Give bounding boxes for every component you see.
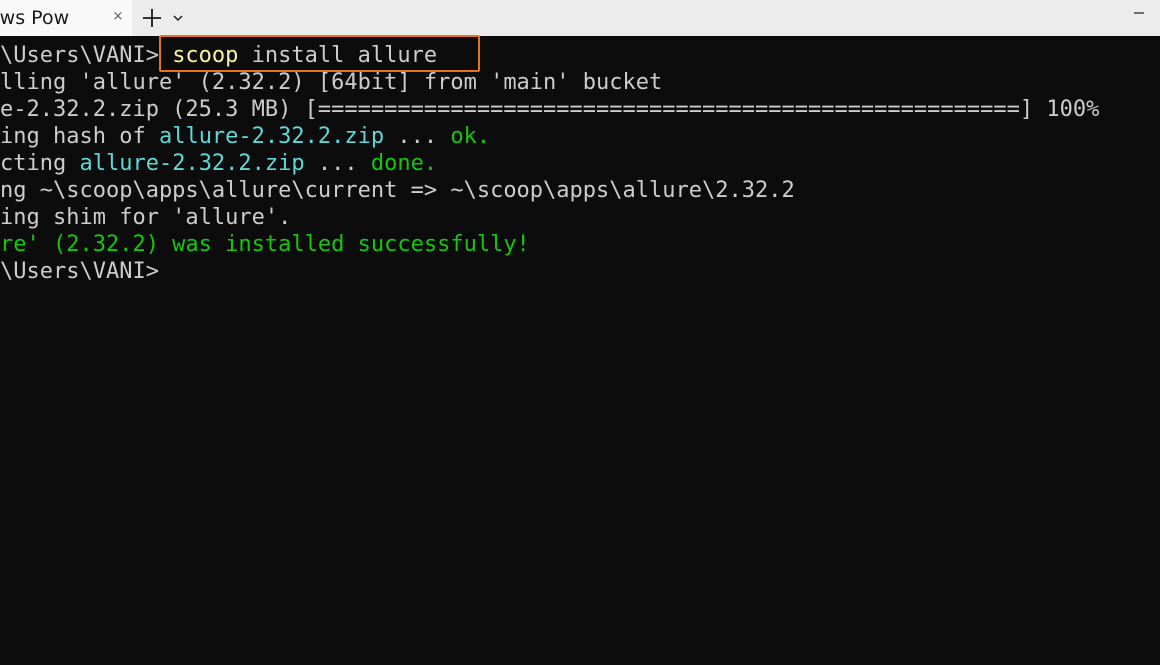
terminal-line: lling 'allure' (2.32.2) [64bit] from 'ma… <box>0 69 1099 96</box>
terminal-line: ng ~\scoop\apps\allure\current => ~\scoo… <box>0 177 1099 204</box>
terminal-line: ing shim for 'allure'. <box>0 204 1099 231</box>
terminal-text-segment: ng ~\scoop\apps\allure\current => ~\scoo… <box>0 178 795 203</box>
terminal-lines: \Users\VANI> scoop install allure lling '… <box>0 42 1099 285</box>
terminal-text-segment: allure-2.32.2.zip <box>79 151 305 176</box>
terminal-line: e-2.32.2.zip (25.3 MB) [================… <box>0 96 1099 123</box>
terminal-text-segment: ... <box>304 151 371 176</box>
tab-title: dows Pow <box>0 7 70 29</box>
terminal-text-segment: ing shim for 'allure'. <box>0 205 292 230</box>
terminal-line: cting allure-2.32.2.zip ... done. <box>0 150 1099 177</box>
terminal-text-segment: \Users\VANI> <box>0 43 173 68</box>
terminal-text-segment: lling 'allure' (2.32.2) [64bit] from 'ma… <box>0 70 663 95</box>
terminal-text-segment: scoop <box>172 43 239 68</box>
terminal-text-segment: re' (2.32.2) was installed successfully! <box>0 232 530 257</box>
terminal-text-segment: done. <box>370 151 438 176</box>
terminal-text-segment: install allure <box>238 43 438 68</box>
terminal-line: ing hash of allure-2.32.2.zip ... ok. <box>0 123 1099 150</box>
terminal-line: \Users\VANI> scoop install allure <box>0 42 1099 69</box>
terminal-line: re' (2.32.2) was installed successfully! <box>0 231 1099 258</box>
close-tab-icon[interactable]: × <box>110 8 126 26</box>
terminal-output[interactable]: \Users\VANI> scoop install allure lling '… <box>0 36 1160 665</box>
title-bar: dows Pow × <box>0 0 1160 36</box>
minimize-button[interactable] <box>1128 6 1150 20</box>
terminal-window: dows Pow × \Users\VANI> scoop install al… <box>0 0 1160 665</box>
terminal-line: \Users\VANI> <box>0 258 1099 285</box>
chevron-down-icon[interactable] <box>171 11 185 25</box>
terminal-text-segment: e-2.32.2.zip (25.3 MB) [================… <box>0 97 1100 122</box>
terminal-text-segment: allure-2.32.2.zip <box>158 124 385 149</box>
terminal-text-segment: ing hash of <box>0 124 159 149</box>
plus-icon[interactable] <box>139 5 165 31</box>
terminal-text-segment: cting <box>0 151 80 176</box>
terminal-text-segment: ok. <box>450 124 491 149</box>
tab-powershell[interactable]: dows Pow × <box>0 0 132 36</box>
terminal-text-segment: ... <box>384 124 451 149</box>
terminal-text-segment: \Users\VANI> <box>0 259 159 284</box>
